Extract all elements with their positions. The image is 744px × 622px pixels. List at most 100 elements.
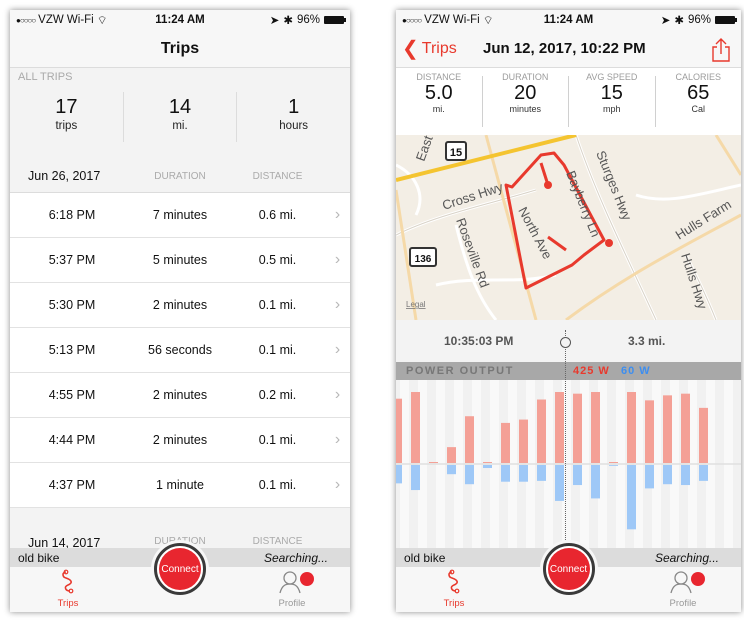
- power-bar-lower: [573, 465, 582, 486]
- bluetooth-icon: ✱: [674, 15, 684, 27]
- connect-button[interactable]: Connect: [547, 548, 590, 590]
- summary-stats: 17 trips 14 mi. 1 hours: [10, 92, 350, 142]
- stat-unit: mi.: [172, 120, 188, 132]
- stat-value: 1: [288, 96, 300, 118]
- trip-row[interactable]: 4:55 PM 2 minutes 0.2 mi. ›: [10, 373, 350, 418]
- tab-trips[interactable]: Trips: [38, 569, 98, 609]
- trip-duration: 2 minutes: [152, 388, 208, 402]
- power-chart[interactable]: [396, 380, 741, 548]
- trip-row[interactable]: 5:13 PM 56 seconds 0.1 mi. ›: [10, 328, 350, 373]
- power-label: POWER OUTPUT: [406, 365, 514, 377]
- carrier: VZW Wi-Fi: [38, 14, 94, 26]
- section-date: Jun 26, 2017: [28, 169, 101, 183]
- page-title: Jun 12, 2017, 10:22 PM: [483, 40, 646, 57]
- power-bar-upper: [411, 392, 420, 463]
- connect-control: Connect: [539, 540, 598, 598]
- power-bar-lower: [591, 465, 600, 499]
- share-icon[interactable]: [711, 38, 731, 62]
- stat-unit: mi.: [432, 104, 445, 114]
- location-icon: ➤: [269, 15, 280, 27]
- map-label-hulls-hwy: Hulls Hwy: [678, 251, 710, 311]
- nav-bar: Trips: [10, 30, 350, 68]
- playhead-handle[interactable]: [560, 337, 571, 348]
- map-label-east: East: [413, 135, 436, 163]
- stat-unit: trips: [55, 120, 78, 132]
- power-value-red: 425 W: [573, 365, 610, 377]
- trip-time: 5:37 PM: [48, 253, 96, 267]
- tab-label: Profile: [669, 598, 697, 609]
- stat-value: 65: [687, 82, 710, 104]
- column-distance: DISTANCE: [252, 170, 303, 182]
- tab-label: Profile: [278, 598, 306, 609]
- route-start-marker: [544, 181, 552, 189]
- tab-trips[interactable]: Trips: [424, 569, 484, 609]
- trip-stats: DISTANCE 5.0 mi. DURATION 20 minutes AVG…: [396, 68, 741, 135]
- back-button[interactable]: ❮ Trips: [402, 30, 457, 68]
- device-status: Searching...: [654, 550, 719, 565]
- trip-time: 5:13 PM: [48, 343, 96, 357]
- power-bar-upper: [609, 462, 618, 463]
- trip-row[interactable]: 4:44 PM 2 minutes 0.1 mi. ›: [10, 418, 350, 463]
- wifi-icon: ⌔: [482, 14, 494, 27]
- connect-button[interactable]: Connect: [159, 548, 201, 590]
- stat-unit: hours: [279, 120, 309, 132]
- chevron-right-icon: ›: [334, 251, 341, 268]
- carrier-info: ●○○○○ VZW Wi-Fi ⌔: [16, 13, 108, 28]
- status-bar: ●○○○○ VZW Wi-Fi ⌔ 11:24 AM ➤ ✱ 96%: [396, 10, 741, 30]
- stat-miles: 14 mi.: [124, 92, 238, 142]
- stat-unit: Cal: [691, 104, 705, 114]
- trip-duration: 2 minutes: [152, 433, 208, 447]
- power-bar-lower: [663, 465, 672, 485]
- power-bar-lower: [627, 465, 636, 530]
- status-right: ➤ ✱ 96%: [269, 13, 346, 27]
- power-value-blue: 60 W: [621, 365, 651, 377]
- route-map[interactable]: East Cross Hwy Roseville Rd North Ave Ba…: [396, 135, 741, 320]
- trip-distance: 0.5 mi.: [258, 253, 297, 267]
- tab-profile[interactable]: Profile: [653, 569, 713, 609]
- trip-duration: 5 minutes: [152, 253, 208, 267]
- battery-icon: [715, 16, 737, 24]
- trip-distance: 0.6 mi.: [258, 208, 297, 222]
- connect-ring: Connect: [154, 543, 206, 595]
- stat-value: 20: [514, 82, 537, 104]
- trip-list: 6:18 PM 7 minutes 0.6 mi. › 5:37 PM 5 minutes…: [10, 193, 350, 508]
- trip-row[interactable]: 6:18 PM 7 minutes 0.6 mi. ›: [10, 193, 350, 238]
- chevron-right-icon: ›: [334, 341, 341, 358]
- shield-label: 15: [450, 147, 462, 159]
- power-bar-lower: [411, 465, 420, 491]
- playhead-line: [565, 330, 566, 558]
- stat-hours: 1 hours: [237, 92, 350, 142]
- column-duration: DURATION: [154, 170, 206, 182]
- map-label-north-ave: North Ave: [515, 204, 555, 261]
- power-bar-lower: [396, 465, 402, 484]
- tab-label: Trips: [57, 598, 79, 609]
- power-bar-upper: [681, 393, 690, 463]
- power-output-header: POWER OUTPUT 425 W 60 W: [396, 362, 741, 380]
- map-label-sturges-hwy: Sturges Hwy: [593, 149, 635, 223]
- power-bar-upper: [645, 400, 654, 463]
- trip-duration: 2 minutes: [152, 298, 208, 312]
- trip-row[interactable]: 4:37 PM 1 minute 0.1 mi. ›: [10, 463, 350, 508]
- trip-distance: 0.1 mi.: [258, 343, 297, 357]
- route-position-marker: [605, 239, 613, 247]
- trip-row[interactable]: 5:37 PM 5 minutes 0.5 mi. ›: [10, 238, 350, 283]
- trip-row[interactable]: 5:30 PM 2 minutes 0.1 mi. ›: [10, 283, 350, 328]
- tab-label: Trips: [443, 598, 465, 609]
- stat-key: DURATION: [502, 72, 549, 82]
- power-bar-upper: [465, 416, 474, 463]
- trip-distance: 0.1 mi.: [258, 478, 297, 492]
- power-bar-upper: [699, 407, 708, 463]
- route-icon: [448, 569, 460, 594]
- chevron-right-icon: ›: [334, 476, 341, 493]
- chevron-right-icon: ›: [334, 386, 341, 403]
- tab-profile[interactable]: Profile: [262, 569, 322, 609]
- legal-link[interactable]: Legal: [406, 300, 426, 309]
- power-bar-lower: [465, 465, 474, 485]
- minor-road-edges: [396, 135, 717, 320]
- power-bar-lower: [483, 465, 492, 469]
- power-bar-upper: [573, 393, 582, 463]
- scrubber-time: 10:35:03 PM: [444, 334, 514, 348]
- stat-key: AVG SPEED: [586, 72, 638, 82]
- power-chart-svg: [396, 380, 741, 548]
- bluetooth-icon: ✱: [283, 15, 293, 27]
